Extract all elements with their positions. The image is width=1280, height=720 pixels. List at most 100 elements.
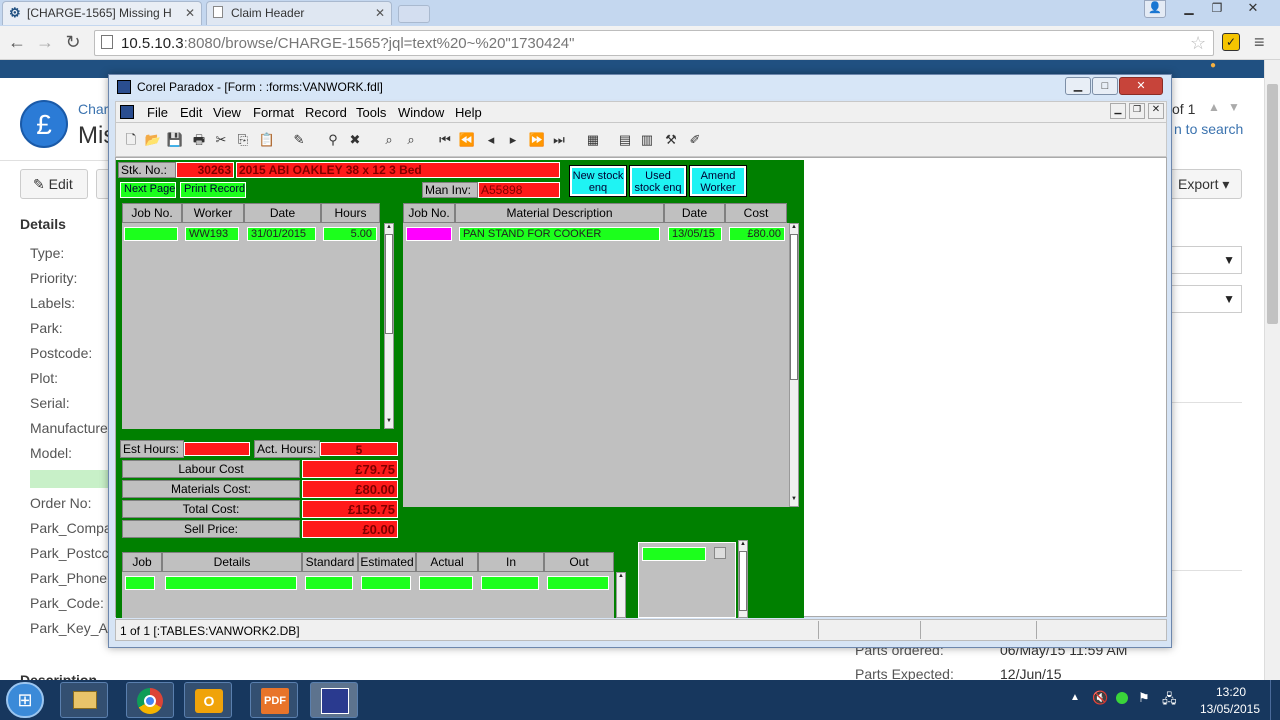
actual-cell[interactable] <box>419 576 473 590</box>
new-tab-button[interactable] <box>398 5 430 23</box>
filter-icon[interactable]: ⚲ <box>324 131 342 149</box>
select-dropdown[interactable]: ▼ <box>1168 285 1242 313</box>
man-inv-field[interactable]: A55898 <box>478 182 560 198</box>
stk-description-field[interactable]: 2015 ABI OAKLEY 38 x 12 3 Bed <box>236 162 560 178</box>
material-scrollbar[interactable]: ▲ ▼ <box>789 223 799 507</box>
next-set-icon[interactable]: ⏩ <box>528 131 546 149</box>
job-scrollbar[interactable]: ▲ <box>616 572 626 618</box>
used-stock-enq-button[interactable]: Used stock enq <box>629 165 687 197</box>
tools-icon[interactable]: ⚒ <box>662 131 680 149</box>
return-to-search-link[interactable]: n to search <box>1174 121 1243 137</box>
network-icon[interactable]: 🖧 <box>1162 690 1177 712</box>
minimize-icon[interactable]: ▁ <box>1065 77 1091 95</box>
object-tree-icon[interactable]: ▥ <box>638 131 656 149</box>
start-button-icon[interactable]: ⊞ <box>6 682 44 718</box>
stk-no-field[interactable]: 30263 <box>176 162 234 178</box>
in-cell[interactable] <box>481 576 539 590</box>
menu-format[interactable]: Format <box>253 105 294 120</box>
sell-price-field[interactable]: £0.00 <box>302 520 398 538</box>
close-window-icon[interactable]: ✕ <box>1236 0 1270 16</box>
open-icon[interactable]: 📂 <box>144 131 162 149</box>
scroll-up-icon[interactable]: ▲ <box>617 573 625 583</box>
chevron-up-icon[interactable]: ▲ <box>1208 100 1220 114</box>
close-tab-icon[interactable]: ✕ <box>375 6 385 20</box>
expert-icon[interactable]: ✐ <box>686 131 704 149</box>
speaker-muted-icon[interactable]: 🔇 <box>1092 690 1108 706</box>
chevron-down-icon[interactable]: ▼ <box>1228 100 1240 114</box>
scrollbar-thumb[interactable] <box>1267 84 1278 324</box>
minimize-icon[interactable]: ▁ <box>1110 103 1126 119</box>
menu-tools[interactable]: Tools <box>356 105 386 120</box>
tray-overflow-icon[interactable]: ▲ <box>1070 692 1080 703</box>
show-desktop-button[interactable] <box>1270 680 1280 720</box>
material-cost-cell[interactable]: £80.00 <box>729 227 785 241</box>
amend-worker-button[interactable]: Amend Worker <box>689 165 747 197</box>
bookmark-star-icon[interactable]: ☆ <box>1190 33 1206 54</box>
back-icon[interactable]: ← <box>6 31 28 53</box>
table-view-icon[interactable]: ▦ <box>584 131 602 149</box>
labour-date-cell[interactable]: 31/01/2015 <box>247 227 316 241</box>
edit-data-icon[interactable]: ✎ <box>290 131 308 149</box>
outlook-icon[interactable]: O <box>184 682 232 718</box>
next-page-button[interactable]: Next Page <box>120 182 176 198</box>
user-profile-icon[interactable]: 👤 <box>1144 0 1166 18</box>
pdf-icon[interactable]: PDF <box>250 682 298 718</box>
avatar[interactable]: ● <box>1210 60 1226 71</box>
restore-icon[interactable]: ❐ <box>1206 1 1228 17</box>
scroll-down-icon[interactable]: ▼ <box>790 496 798 506</box>
first-record-icon[interactable]: ⏮ <box>436 131 454 149</box>
maximize-icon[interactable]: □ <box>1092 77 1118 95</box>
page-scrollbar[interactable] <box>1264 60 1280 680</box>
cut-icon[interactable]: ✂ <box>212 131 230 149</box>
file-explorer-icon[interactable] <box>60 682 108 718</box>
chrome-icon[interactable] <box>126 682 174 718</box>
labour-job-cell[interactable] <box>124 227 178 241</box>
side-grid-cell[interactable] <box>642 547 706 561</box>
status-icon[interactable] <box>1116 692 1128 704</box>
scroll-up-icon[interactable]: ▲ <box>790 224 798 234</box>
flag-icon[interactable]: ⚑ <box>1138 690 1150 706</box>
out-cell[interactable] <box>547 576 609 590</box>
clock-date[interactable]: 13/05/2015 <box>1192 702 1268 716</box>
labour-cost-field[interactable]: £79.75 <box>302 460 398 478</box>
reload-icon[interactable]: ↻ <box>62 31 84 53</box>
scrollbar-thumb[interactable] <box>385 234 393 334</box>
material-job-cell[interactable] <box>406 227 452 241</box>
menu-edit[interactable]: Edit <box>180 105 202 120</box>
paradox-taskbar-icon[interactable] <box>310 682 358 718</box>
copy-icon[interactable]: ⎘ <box>234 131 252 149</box>
paste-icon[interactable]: 📋 <box>258 131 276 149</box>
last-record-icon[interactable]: ⏭ <box>550 131 568 149</box>
print-record-button[interactable]: Print Record <box>180 182 246 198</box>
job-cell[interactable] <box>125 576 155 590</box>
details-cell[interactable] <box>165 576 297 590</box>
menu-view[interactable]: View <box>213 105 241 120</box>
save-icon[interactable]: 💾 <box>166 131 184 149</box>
scrollbar-thumb[interactable] <box>739 551 747 611</box>
new-stock-enq-button[interactable]: New stock enq <box>569 165 627 197</box>
select-dropdown[interactable]: ▼ <box>1168 246 1242 274</box>
restore-icon[interactable]: ❐ <box>1129 103 1145 119</box>
new-icon[interactable]: 🗋 <box>122 131 140 149</box>
scroll-down-icon[interactable]: ▼ <box>385 418 393 428</box>
browser-tab-jira[interactable]: ⚙ [CHARGE-1565] Missing H ✕ <box>2 1 202 25</box>
previous-record-icon[interactable]: ◂ <box>482 131 500 149</box>
browser-tab-claim-header[interactable]: Claim Header ✕ <box>206 1 392 25</box>
labour-grid[interactable] <box>122 223 380 429</box>
edit-button[interactable]: ✎ Edit <box>20 169 88 199</box>
material-description-cell[interactable]: PAN STAND FOR COOKER <box>459 227 660 241</box>
clock-time[interactable]: 13:20 <box>1206 685 1256 699</box>
forward-icon[interactable]: → <box>34 31 56 53</box>
labour-hours-cell[interactable]: 5.00 <box>323 227 377 241</box>
estimated-cell[interactable] <box>361 576 411 590</box>
menu-file[interactable]: File <box>147 105 168 120</box>
materials-cost-field[interactable]: £80.00 <box>302 480 398 498</box>
close-window-icon[interactable]: ✕ <box>1119 77 1163 95</box>
minimize-icon[interactable]: ▁ <box>1178 1 1200 17</box>
side-scrollbar[interactable]: ▲ <box>738 540 748 618</box>
extension-icon[interactable]: ✓ <box>1222 33 1240 51</box>
close-form-icon[interactable]: ✕ <box>1148 103 1164 119</box>
locate-icon[interactable]: ⌕ <box>380 131 398 149</box>
scroll-up-icon[interactable]: ▲ <box>385 224 393 234</box>
material-date-cell[interactable]: 13/05/15 <box>668 227 722 241</box>
